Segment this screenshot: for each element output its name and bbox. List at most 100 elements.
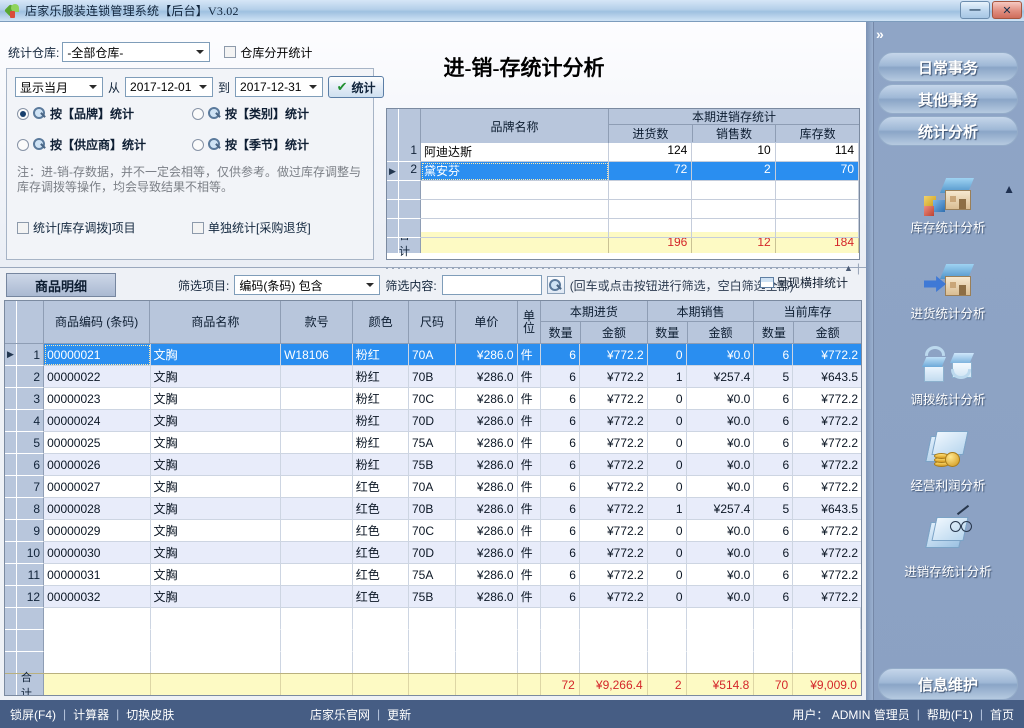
official-site-link[interactable]: 店家乐官网 xyxy=(310,706,370,723)
checkbox-purchase-return[interactable]: 单独统计[采购退货] xyxy=(192,219,367,236)
cell-sales-qty: 0 xyxy=(647,520,687,542)
magnifier-icon xyxy=(33,138,46,151)
separator: | xyxy=(979,707,983,721)
cell-sales-amount: ¥0.0 xyxy=(686,344,755,366)
close-button[interactable]: ✕ xyxy=(992,1,1022,19)
radio-by-category[interactable]: 按【类别】统计 xyxy=(192,105,367,122)
cell-sales-amount: ¥257.4 xyxy=(686,498,755,520)
radio-by-supplier-label: 按【供应商】统计 xyxy=(50,138,147,152)
table-row[interactable]: ▶ 2 黛安芬 72 2 70 xyxy=(387,162,859,181)
cell-size: 70A xyxy=(409,476,456,498)
lock-screen-link[interactable]: 锁屏(F4) xyxy=(10,706,56,723)
sidebar-group-other[interactable]: 其他事务 xyxy=(878,84,1018,114)
cell-name: 文胸 xyxy=(150,564,282,586)
cell-unit: 件 xyxy=(517,476,542,498)
warehouse-split-checkbox[interactable]: 仓库分开统计 xyxy=(224,44,312,61)
period-value: 显示当月 xyxy=(20,80,69,95)
period-select[interactable]: 显示当月 xyxy=(15,77,103,97)
date-to-input[interactable]: 2017-12-31 xyxy=(235,77,324,97)
cell-code: 00000022 xyxy=(44,366,151,388)
sidebar-item-inventory-flow-stat[interactable]: 进销存统计分析 xyxy=(878,504,1018,590)
switch-skin-link[interactable]: 切换皮肤 xyxy=(126,706,174,723)
magnifier-glyph-icon xyxy=(549,278,562,292)
cell-unit: 件 xyxy=(517,410,542,432)
product-detail-grid[interactable]: 商品编码 (条码) 商品名称 款号 颜色 尺码 单价 单位 本期进货 数量 金额… xyxy=(4,300,862,696)
checkbox-transfer-items[interactable]: 统计[库存调拨]项目 xyxy=(17,219,192,236)
chevron-down-icon xyxy=(192,44,207,60)
table-row[interactable]: 6 00000026 文胸 粉红 75B ¥286.0 件 6 ¥772.2 0 ¥0.0 6 ¥772… xyxy=(5,454,861,476)
table-row[interactable]: 9 00000029 文胸 红色 70C ¥286.0 件 6 ¥772.2 0 ¥0.0 6 ¥772… xyxy=(5,520,861,542)
table-row[interactable]: 2 00000022 文胸 粉红 70B ¥286.0 件 6 ¥772.2 1 ¥257.4 5 ¥6… xyxy=(5,366,861,388)
cell-sales-qty: 0 xyxy=(647,542,687,564)
current-user: 用户： ADMIN 管理员 xyxy=(792,707,910,722)
cell-unit: 件 xyxy=(517,564,542,586)
row-marker xyxy=(5,432,17,454)
magnifier-icon xyxy=(208,138,221,151)
table-row[interactable]: 3 00000023 文胸 粉红 70C ¥286.0 件 6 ¥772.2 0 ¥0.0 6 ¥772… xyxy=(5,388,861,410)
table-row[interactable]: ▶ 1 00000021 文胸 W18106 粉红 70A ¥286.0 件 6 ¥772.2 0 ¥0… xyxy=(5,344,861,366)
sidebar-item-purchase-stat[interactable]: 进货统计分析 xyxy=(878,254,1018,332)
table-row[interactable]: 12 00000032 文胸 红色 75B ¥286.0 件 6 ¥772.2 0 ¥0.0 6 ¥77… xyxy=(5,586,861,608)
table-row[interactable]: 5 00000025 文胸 粉红 75A ¥286.0 件 6 ¥772.2 0 ¥0.0 6 ¥772… xyxy=(5,432,861,454)
sidebar-item-profit-stat-label: 经营利润分析 xyxy=(910,479,986,493)
col-purchase-amount-header: 金额 xyxy=(601,326,626,340)
cell-color: 红色 xyxy=(352,586,409,608)
date-to-value: 2017-12-31 xyxy=(240,80,302,94)
sidebar-item-transfer-stat[interactable]: 调拨统计分析 xyxy=(878,340,1018,418)
filter-content-input[interactable] xyxy=(441,275,542,295)
sidebar-info-maintenance-button[interactable]: 信息维护 xyxy=(878,668,1018,700)
sidebar-group-statistics[interactable]: 统计分析 xyxy=(878,116,1018,146)
scroll-up-icon[interactable]: ▲ xyxy=(844,263,853,273)
calculator-link[interactable]: 计算器 xyxy=(73,706,109,723)
run-statistics-button[interactable]: ✔ 统计 xyxy=(328,76,385,98)
sidebar-item-profit-stat[interactable]: 经营利润分析 xyxy=(878,426,1018,504)
cell-stock-amount: ¥772.2 xyxy=(793,388,861,410)
table-row[interactable]: 10 00000030 文胸 红色 70D ¥286.0 件 6 ¥772.2 0 ¥0.0 6 ¥77… xyxy=(5,542,861,564)
cell-stock-qty: 6 xyxy=(754,476,794,498)
run-statistics-label: 统计 xyxy=(351,80,376,95)
sidebar-item-inventory-stat[interactable]: 库存统计分析 xyxy=(878,168,1018,246)
minimize-button[interactable]: — xyxy=(960,1,990,19)
table-row[interactable]: 1 阿迪达斯 124 10 114 xyxy=(387,143,859,162)
cell-size: 75A xyxy=(409,432,456,454)
date-from-input[interactable]: 2017-12-01 xyxy=(125,77,214,97)
magnifier-icon xyxy=(208,107,221,120)
brand-summary-grid[interactable]: 品牌名称 本期进销存统计 进货数 销售数 库存数 1 阿迪达斯 124 10 1… xyxy=(386,108,860,260)
table-row[interactable]: 8 00000028 文胸 红色 70B ¥286.0 件 6 ¥772.2 1 ¥257.4 5 ¥6… xyxy=(5,498,861,520)
radio-by-season[interactable]: 按【季节】统计 xyxy=(192,136,367,153)
cross-sum-toggle[interactable]: 呈现横排统计 xyxy=(760,274,848,291)
row-marker xyxy=(5,520,17,542)
table-row[interactable]: 7 00000027 文胸 红色 70A ¥286.0 件 6 ¥772.2 0 ¥0.0 6 ¥772… xyxy=(5,476,861,498)
sidebar-group-daily[interactable]: 日常事务 xyxy=(878,52,1018,82)
table-row[interactable]: 11 00000031 文胸 红色 75A ¥286.0 件 6 ¥772.2 0 ¥0.0 6 ¥77… xyxy=(5,564,861,586)
row-marker xyxy=(5,476,17,498)
update-link[interactable]: 更新 xyxy=(387,706,411,723)
col-style-header: 款号 xyxy=(281,301,354,343)
tab-product-detail[interactable]: 商品明细 xyxy=(6,273,116,297)
sidebar-group-statistics-label: 统计分析 xyxy=(917,124,978,141)
filter-field-select[interactable]: 编码(条码) 包含 xyxy=(234,275,381,295)
help-link[interactable]: 帮助(F1) xyxy=(927,706,973,723)
sidebar-splitter[interactable] xyxy=(866,22,874,700)
cell-style xyxy=(281,586,353,608)
brand-in-header: 进货数 xyxy=(609,125,693,142)
sidebar-item-inventory-stat-label: 库存统计分析 xyxy=(910,221,986,235)
row-marker-selected-icon: ▶ xyxy=(387,162,399,181)
table-row[interactable]: 4 00000024 文胸 粉红 70D ¥286.0 件 6 ¥772.2 0 ¥0.0 6 ¥772… xyxy=(5,410,861,432)
row-number: 8 xyxy=(16,498,45,520)
col-stock-group-label: 当前库存 xyxy=(754,301,861,322)
col-price-header: 单价 xyxy=(456,301,518,343)
separator: | xyxy=(63,707,67,721)
home-link[interactable]: 首页 xyxy=(990,706,1014,723)
expand-icon[interactable]: » xyxy=(876,26,884,42)
radio-by-brand[interactable]: 按【品牌】统计 xyxy=(17,105,192,122)
search-icon[interactable] xyxy=(546,276,565,294)
checkbox-purchase-return-label: 单独统计[采购退货] xyxy=(208,221,311,235)
row-number: 2 xyxy=(399,162,421,181)
empty-row xyxy=(387,181,859,200)
purchase-stat-icon xyxy=(922,254,974,300)
radio-by-supplier[interactable]: 按【供应商】统计 xyxy=(17,136,192,153)
cell-sales-qty: 0 xyxy=(647,564,687,586)
warehouse-select[interactable]: -全部仓库- xyxy=(62,42,211,62)
total-purchase-amount: ¥9,266.4 xyxy=(580,674,648,695)
